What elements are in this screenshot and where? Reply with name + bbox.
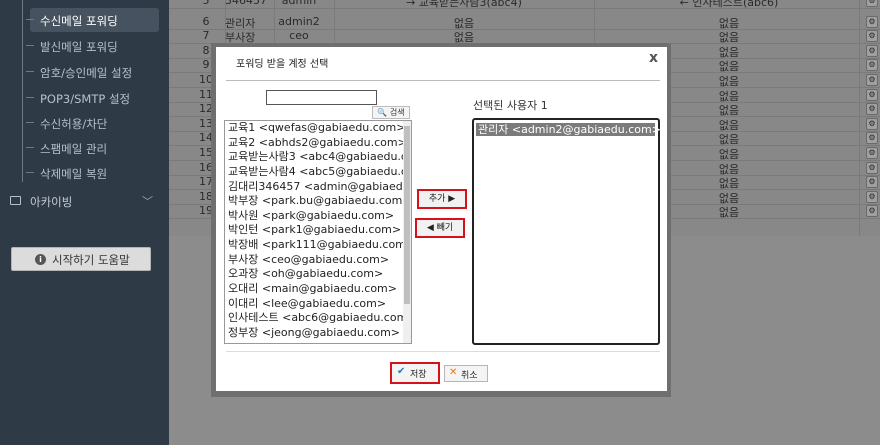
list-item[interactable]: 이대리 <lee@gabiaedu.com> — [225, 297, 411, 312]
list-item[interactable]: 김대리346457 <admin@gabiaedu.com> — [225, 180, 411, 195]
list-item[interactable]: 부사장 <ceo@gabiaedu.com> — [225, 253, 411, 268]
settings-icon[interactable]: ⚙ — [866, 74, 878, 86]
list-item[interactable]: 교육1 <qwefas@gabiaedu.com> — [225, 121, 411, 136]
sidebar-item-allow-block[interactable]: 수신허용/차단 — [0, 110, 169, 136]
save-button-label: 저장 — [410, 370, 427, 380]
table-cell: 없음 — [453, 16, 475, 30]
search-input[interactable] — [266, 90, 377, 105]
settings-icon[interactable]: ⚙ — [866, 147, 878, 159]
sidebar-item-archive[interactable]: 아카이빙 ﹀ — [10, 191, 160, 211]
sidebar-item-label: POP3/SMTP 설정 — [40, 92, 131, 106]
close-x-icon: ✕ — [449, 367, 458, 378]
settings-icon[interactable]: ⚙ — [866, 88, 878, 101]
cancel-button[interactable]: ✕ 취소 — [444, 365, 488, 382]
sidebar-item-label: 발신메일 포워딩 — [40, 40, 118, 54]
list-item[interactable]: 박사원 <park@gabiaedu.com> — [225, 209, 411, 224]
info-icon: i — [35, 254, 46, 265]
sidebar: 수신메일 포워딩 발신메일 포워딩 암호/승인메일 설정 POP3/SMTP 설… — [0, 0, 169, 445]
list-item[interactable]: 교육받는사람4 <abc5@gabiaedu.com> — [225, 165, 411, 180]
table-cell: → 교육받는사람3(abc4) — [406, 0, 522, 9]
cancel-button-label: 취소 — [461, 371, 478, 381]
forward-account-dialog: 포워딩 받을 계정 선택 x 🔍 검색 교육1 <qwefas@gabiaedu… — [216, 47, 667, 391]
settings-icon[interactable]: ⚙ — [866, 103, 878, 116]
table-cell: ← 인사테스트(abc6) — [679, 0, 779, 9]
settings-icon[interactable]: ⚙ — [866, 44, 878, 57]
sidebar-item-label: 수신메일 포워딩 — [40, 14, 118, 28]
list-item[interactable]: 정부장 <jeong@gabiaedu.com> — [225, 326, 411, 341]
list-item[interactable]: 인사테스트 <abc6@gabiaedu.com> — [225, 311, 411, 326]
divider — [226, 80, 660, 81]
check-icon: ✔ — [397, 366, 406, 377]
sidebar-item-label: 수신허용/차단 — [40, 117, 108, 131]
selected-user-item[interactable]: 관리자 <admin2@gabiaedu.com> — [476, 123, 661, 136]
search-button[interactable]: 🔍 검색 — [372, 106, 410, 119]
search-button-label: 검색 — [389, 108, 405, 117]
table-row: 6 관리자 admin2 없음 없음 ⚙ — [169, 15, 880, 30]
sidebar-item-incoming-forward[interactable]: 수신메일 포워딩 — [0, 7, 169, 33]
close-icon[interactable]: x — [649, 50, 658, 66]
settings-icon[interactable]: ⚙ — [866, 176, 878, 189]
list-item[interactable]: 교육받는사람3 <abc4@gabiaedu.com> — [225, 150, 411, 165]
scrollbar-thumb[interactable] — [404, 126, 410, 304]
table-cell: 6 — [202, 14, 210, 28]
remove-button[interactable]: ◀ 빼기 — [415, 218, 465, 238]
chevron-down-icon: ﹀ — [142, 195, 153, 208]
table-cell: ceo — [289, 29, 309, 43]
settings-icon[interactable]: ⚙ — [866, 161, 878, 174]
settings-icon[interactable]: ⚙ — [866, 205, 878, 218]
list-item[interactable]: 박인턴 <park1@gabiaedu.com> — [225, 223, 411, 238]
selected-user-list[interactable]: 관리자 <admin2@gabiaedu.com> — [472, 118, 661, 345]
table-row: 5 346457 admin → 교육받는사람3(abc4) ← 인사테스트(abc6)… — [169, 0, 880, 9]
table-cell: 없음 — [718, 16, 740, 30]
settings-icon[interactable]: ⚙ — [866, 0, 878, 7]
sidebar-item-pop3-smtp[interactable]: POP3/SMTP 설정 — [0, 85, 169, 111]
sidebar-item-label: 삭제메일 복원 — [40, 167, 108, 181]
sidebar-item-restore[interactable]: 삭제메일 복원 — [0, 160, 169, 186]
sidebar-item-encrypt-approve[interactable]: 암호/승인메일 설정 — [0, 59, 169, 85]
list-item[interactable]: 교육2 <abhds2@gabiaedu.com> — [225, 136, 411, 151]
table-cell: admin2 — [278, 14, 320, 28]
archive-label: 아카이빙 — [30, 195, 73, 209]
scrollbar[interactable] — [403, 121, 411, 343]
list-item[interactable]: 박장배 <park111@gabiaedu.com> — [225, 238, 411, 253]
table-cell: 관리자 — [225, 16, 256, 30]
table-cell: 5 — [202, 0, 210, 7]
list-item[interactable]: 박부장 <park.bu@gabiaedu.com> — [225, 194, 411, 209]
search-icon: 🔍 — [377, 108, 388, 117]
table-row: 7 부사장 ceo 없음 없음 ⚙ — [169, 29, 880, 45]
settings-icon[interactable]: ⚙ — [866, 30, 878, 43]
sidebar-item-spam[interactable]: 스팸메일 관리 — [0, 135, 169, 161]
list-item[interactable]: 오대리 <main@gabiaedu.com> — [225, 282, 411, 297]
help-button-label: 시작하기 도움말 — [52, 253, 130, 267]
settings-icon[interactable]: ⚙ — [866, 15, 878, 28]
add-button[interactable]: 추가 ▶ — [417, 189, 467, 209]
selected-users-title: 선택된 사용자 1 — [473, 99, 548, 112]
settings-icon[interactable]: ⚙ — [866, 190, 878, 203]
settings-icon[interactable]: ⚙ — [866, 132, 878, 145]
dialog-title: 포워딩 받을 계정 선택 — [236, 59, 329, 70]
divider — [226, 351, 660, 352]
table-cell: 7 — [202, 29, 210, 43]
help-button[interactable]: i 시작하기 도움말 — [11, 247, 151, 271]
settings-icon[interactable]: ⚙ — [866, 117, 878, 130]
archive-icon — [10, 196, 21, 205]
sidebar-item-outgoing-forward[interactable]: 발신메일 포워딩 — [0, 33, 169, 59]
list-item[interactable]: 오과장 <oh@gabiaedu.com> — [225, 267, 411, 282]
sidebar-item-label: 스팸메일 관리 — [40, 142, 108, 156]
sidebar-item-label: 암호/승인메일 설정 — [40, 66, 133, 80]
table-cell: admin — [281, 0, 317, 7]
save-button[interactable]: ✔ 저장 — [390, 362, 440, 384]
table-cell: 346457 — [225, 0, 267, 7]
settings-icon[interactable]: ⚙ — [866, 59, 878, 72]
user-list[interactable]: 교육1 <qwefas@gabiaedu.com> 교육2 <abhds2@gab… — [224, 120, 412, 344]
